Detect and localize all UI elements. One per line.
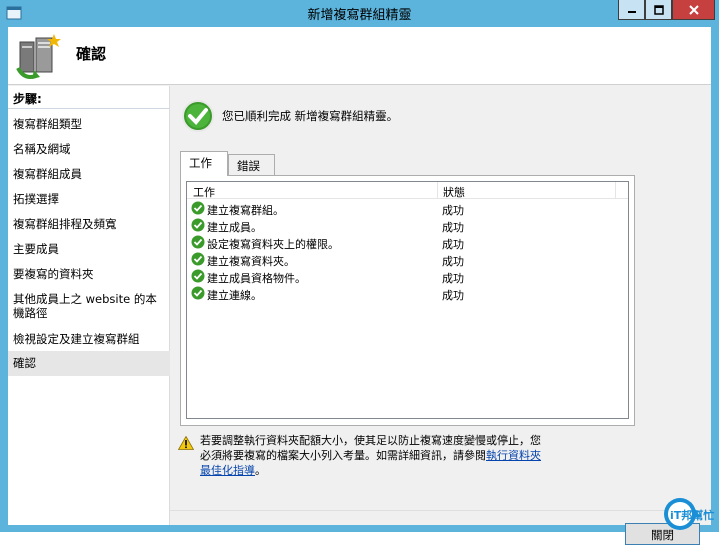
table-row[interactable]: 建立成員。 成功 <box>187 217 628 234</box>
wizard-window: 新增複寫群組精靈 確認 步驟: 複寫群組類型 名稱及網域 複寫群組成員 拓撲選擇… <box>0 0 719 545</box>
close-icon <box>688 4 699 15</box>
step-topology: 拓撲選擇 <box>13 192 59 206</box>
success-check-icon <box>182 100 214 132</box>
step-review-and-create: 檢視設定及建立複寫群組 <box>13 332 140 346</box>
tasks-list[interactable]: 工作 狀態 建立複寫群組。 成功 建立成員。 成功 設定複寫資料夾上的權限。 成… <box>186 181 629 419</box>
steps-divider <box>8 108 170 109</box>
table-row[interactable]: 設定複寫資料夾上的權限。 成功 <box>187 234 628 251</box>
step-local-path: 其他成員上之 website 的本機路徑 <box>13 292 157 320</box>
warning-message: 若要調整執行資料夾配額大小，使其足以防止複寫速度變慢或停止，您必須將要複寫的檔案… <box>200 433 550 478</box>
success-icon <box>191 201 205 215</box>
task-status: 成功 <box>442 238 464 251</box>
task-status: 成功 <box>442 204 464 217</box>
table-row[interactable]: 建立複寫資料夾。 成功 <box>187 251 628 268</box>
warning-text-end: 。 <box>255 464 266 477</box>
step-primary-member: 主要成員 <box>13 242 59 256</box>
step-name-and-domain: 名稱及網域 <box>13 142 71 156</box>
steps-sidebar: 步驟: 複寫群組類型 名稱及網域 複寫群組成員 拓撲選擇 複寫群組排程及頻寬 主… <box>8 86 170 525</box>
column-header-task[interactable]: 工作 <box>193 184 215 200</box>
maximize-icon <box>653 4 664 15</box>
watermark-text: iT邦幫忙 <box>670 508 714 522</box>
warning-icon <box>178 436 194 450</box>
wizard-client-area: 確認 步驟: 複寫群組類型 名稱及網域 複寫群組成員 拓撲選擇 複寫群組排程及頻… <box>8 27 711 545</box>
task-name: 建立連線。 <box>207 289 262 302</box>
table-row[interactable]: 建立成員資格物件。 成功 <box>187 268 628 285</box>
task-name: 建立成員。 <box>207 221 262 234</box>
task-status: 成功 <box>442 289 464 302</box>
minimize-icon <box>627 10 636 13</box>
replication-server-icon <box>16 34 61 79</box>
footer-divider <box>170 510 711 511</box>
tasks-list-header: 工作 狀態 <box>187 182 628 199</box>
window-title: 新增複寫群組精靈 <box>307 8 412 23</box>
task-name: 設定複寫資料夾上的權限。 <box>207 238 339 251</box>
step-schedule-bandwidth: 複寫群組排程及頻寬 <box>13 217 117 231</box>
minimize-button[interactable] <box>618 0 645 20</box>
confirmation-content: 您已順利完成 新增複寫群組精靈。 工作 錯誤 工作 狀態 建立複寫群組。 成功 … <box>170 86 711 545</box>
success-message: 您已順利完成 新增複寫群組精靈。 <box>222 109 399 123</box>
column-header-status[interactable]: 狀態 <box>443 184 465 200</box>
wizard-header: 確認 <box>8 27 711 85</box>
success-icon <box>191 286 205 300</box>
success-icon <box>191 269 205 283</box>
tasks-tab-panel: 工作 狀態 建立複寫群組。 成功 建立成員。 成功 設定複寫資料夾上的權限。 成… <box>180 175 635 426</box>
tab-tasks[interactable]: 工作 <box>180 151 228 176</box>
maximize-button[interactable] <box>645 0 672 20</box>
step-group-members: 複寫群組成員 <box>13 167 82 181</box>
step-folders-to-replicate: 要複寫的資料夾 <box>13 267 94 281</box>
task-name: 建立成員資格物件。 <box>207 272 306 285</box>
task-status: 成功 <box>442 255 464 268</box>
table-row[interactable]: 建立複寫群組。 成功 <box>187 200 628 217</box>
tab-errors[interactable]: 錯誤 <box>228 154 275 175</box>
step-confirmation: 確認 <box>8 351 170 376</box>
success-icon <box>191 235 205 249</box>
task-name: 建立複寫群組。 <box>207 204 284 217</box>
close-window-button[interactable] <box>672 0 715 20</box>
table-row[interactable]: 建立連線。 成功 <box>187 285 628 302</box>
page-title: 確認 <box>76 45 107 63</box>
ithome-watermark: iT邦幫忙 <box>664 498 714 530</box>
success-icon <box>191 252 205 266</box>
success-icon <box>191 218 205 232</box>
steps-heading: 步驟: <box>13 92 42 106</box>
task-status: 成功 <box>442 221 464 234</box>
step-replication-group-type: 複寫群組類型 <box>13 117 82 131</box>
title-bar[interactable]: 新增複寫群組精靈 <box>0 0 719 27</box>
task-name: 建立複寫資料夾。 <box>207 255 295 268</box>
task-status: 成功 <box>442 272 464 285</box>
